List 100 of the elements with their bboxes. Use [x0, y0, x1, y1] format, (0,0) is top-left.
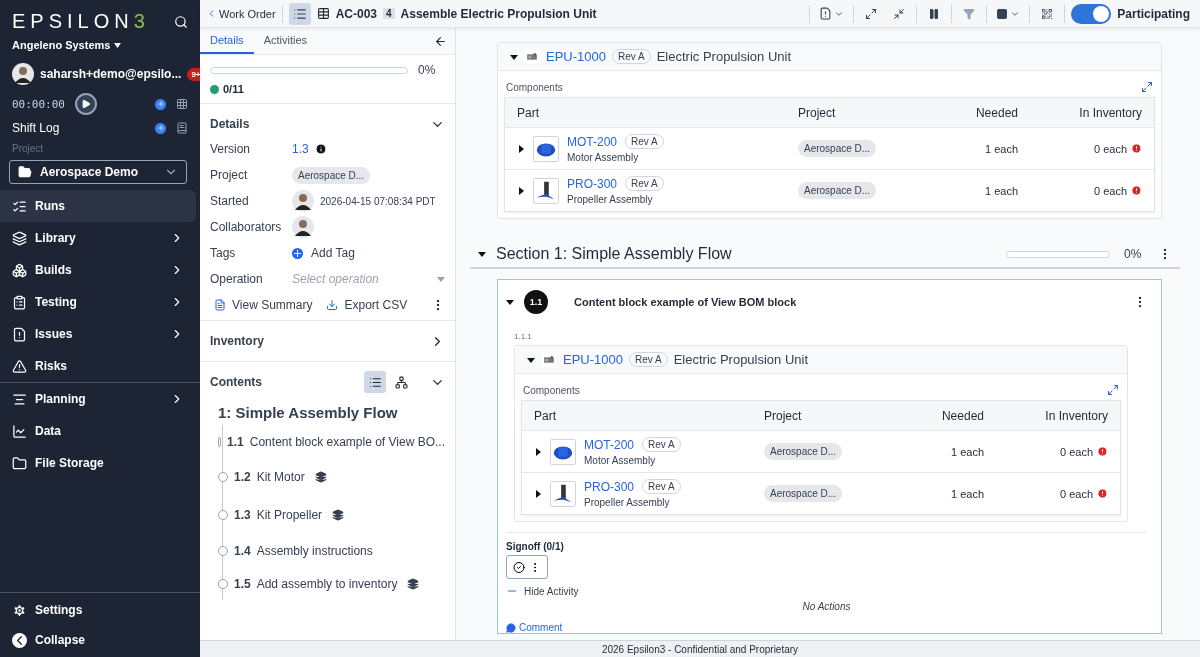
column-header: Part — [517, 105, 540, 120]
signoff-button[interactable] — [506, 555, 548, 579]
caret-icon[interactable] — [510, 52, 518, 61]
contents-step[interactable]: 1.5 Add assembly to inventory — [218, 567, 445, 600]
chart-icon — [12, 423, 27, 439]
alert-icon — [1131, 143, 1142, 154]
add-tag-button[interactable]: Add Tag — [292, 246, 355, 260]
download-icon — [326, 299, 339, 311]
part-link[interactable]: PRO-300 — [584, 479, 635, 494]
view-summary-button[interactable]: View Summary — [210, 298, 317, 312]
shift-log[interactable]: Shift Log — [12, 121, 145, 135]
caret-icon[interactable] — [517, 186, 525, 195]
timer: 00:00:00 — [12, 97, 65, 111]
avatar — [292, 190, 314, 212]
nav-item[interactable]: File Storage — [0, 447, 196, 479]
nav-item[interactable]: Collapse — [0, 625, 196, 655]
expand-icon[interactable] — [1107, 384, 1119, 396]
table-cell-text: 1 each — [949, 445, 984, 458]
nav-item[interactable]: Library — [0, 222, 196, 254]
contents-step[interactable]: 1.3 Kit Propeller — [218, 496, 445, 534]
layers-icon — [314, 471, 327, 483]
boxes-icon — [12, 262, 27, 278]
lines-icon — [12, 391, 27, 407]
comment-link[interactable]: Comment — [506, 622, 1147, 633]
caret-icon[interactable] — [534, 489, 542, 498]
nav-item[interactable]: Risks — [0, 350, 196, 382]
components-label: Components — [523, 384, 580, 396]
table-cell-text: 1 each — [983, 142, 1018, 155]
part-name: Motor Assembly — [567, 152, 640, 163]
part-name: Electric Propulsion Unit — [656, 49, 792, 64]
section-title: Details — [210, 117, 250, 131]
nav-item[interactable]: Issues — [0, 318, 196, 350]
step-number: 1.1 — [524, 290, 548, 314]
caret-icon[interactable] — [527, 355, 535, 364]
nav-item[interactable]: Testing — [0, 286, 196, 318]
no-actions-text: No Actions — [802, 601, 851, 612]
file-alert-icon — [819, 7, 833, 20]
book-icon[interactable] — [176, 122, 188, 134]
expand-icon[interactable] — [1141, 81, 1153, 93]
filter-icon — [963, 7, 976, 20]
caret-icon[interactable] — [478, 250, 486, 258]
play-button[interactable] — [75, 93, 97, 115]
caret-icon[interactable] — [114, 42, 122, 48]
info-icon[interactable] — [314, 143, 327, 155]
export-csv-button[interactable]: Export CSV — [322, 298, 412, 312]
list-view-button[interactable] — [364, 371, 386, 393]
contents-step[interactable]: 1.2 Kit Motor — [218, 458, 445, 496]
comment-icon — [506, 622, 516, 633]
list-button[interactable] — [288, 2, 311, 25]
list-icon — [368, 375, 382, 389]
layers-icon — [332, 509, 345, 521]
project-chip: Aerospace D... — [292, 166, 371, 184]
user-email[interactable]: saharsh+demo@epsilo... — [40, 67, 182, 81]
grid-icon[interactable] — [176, 98, 188, 110]
project-chip: Aerospace D... — [798, 182, 877, 199]
project-label: Project — [12, 143, 45, 154]
caret-icon[interactable] — [534, 447, 542, 456]
part-link[interactable]: EPU-1000 — [563, 352, 623, 367]
part-name: Propeller Assembly — [567, 194, 654, 205]
progress-reading: 0% — [1124, 247, 1143, 261]
add-icon[interactable] — [155, 122, 166, 134]
nav-item[interactable]: Planning — [0, 383, 196, 415]
nav-item[interactable]: Settings — [0, 595, 196, 625]
caret-icon[interactable] — [517, 144, 525, 153]
field-label: Operation — [210, 272, 264, 286]
tab[interactable]: Activities — [253, 28, 318, 54]
participating-toggle[interactable] — [1071, 3, 1112, 24]
play-icon — [81, 99, 91, 109]
table-icon — [316, 7, 330, 20]
part-name: Electric Propulsion Unit — [673, 352, 809, 367]
contents-step[interactable]: 1.4 Assembly instructions — [218, 534, 445, 567]
caret-icon[interactable] — [506, 298, 514, 306]
hierarchy-icon — [394, 375, 408, 389]
nav-item[interactable]: Data — [0, 415, 196, 447]
part-link[interactable]: MOT-200 — [584, 437, 634, 452]
run-title: Assemble Electric Propulsion Unit — [400, 6, 598, 21]
table-cell: 0 each — [1059, 487, 1093, 500]
version-link[interactable]: 1.3 — [292, 142, 309, 156]
arrow-left-icon — [433, 34, 447, 48]
project-select[interactable]: Aerospace Demo — [9, 160, 187, 184]
nav-item[interactable]: Runs — [0, 190, 196, 222]
folder-icon — [18, 165, 32, 179]
tab[interactable]: Details — [200, 28, 254, 54]
column-header: Project — [798, 105, 837, 120]
column-header: In Inventory — [1044, 408, 1108, 423]
organization-name[interactable]: Angeleno Systems — [12, 39, 111, 51]
part-link[interactable]: MOT-200 — [567, 134, 617, 149]
document-icon — [214, 299, 226, 311]
add-icon[interactable] — [155, 98, 166, 110]
hide-activity-button[interactable]: Hide Activity — [506, 585, 1147, 597]
search-icon[interactable] — [174, 14, 188, 29]
contents-step[interactable]: 1.1 Content block example of View BO... — [218, 425, 445, 458]
square-icon — [996, 7, 1009, 20]
part-link[interactable]: EPU-1000 — [546, 49, 606, 64]
section-heading: Section 1: Simple Assembly Flow — [496, 245, 733, 263]
field-label: Version — [210, 142, 252, 156]
part-link[interactable]: PRO-300 — [567, 176, 618, 191]
back-link[interactable]: Work Order — [206, 7, 276, 20]
nav-item[interactable]: Builds — [0, 254, 196, 286]
contents-section-title[interactable]: 1: Simple Assembly Flow — [210, 396, 445, 423]
